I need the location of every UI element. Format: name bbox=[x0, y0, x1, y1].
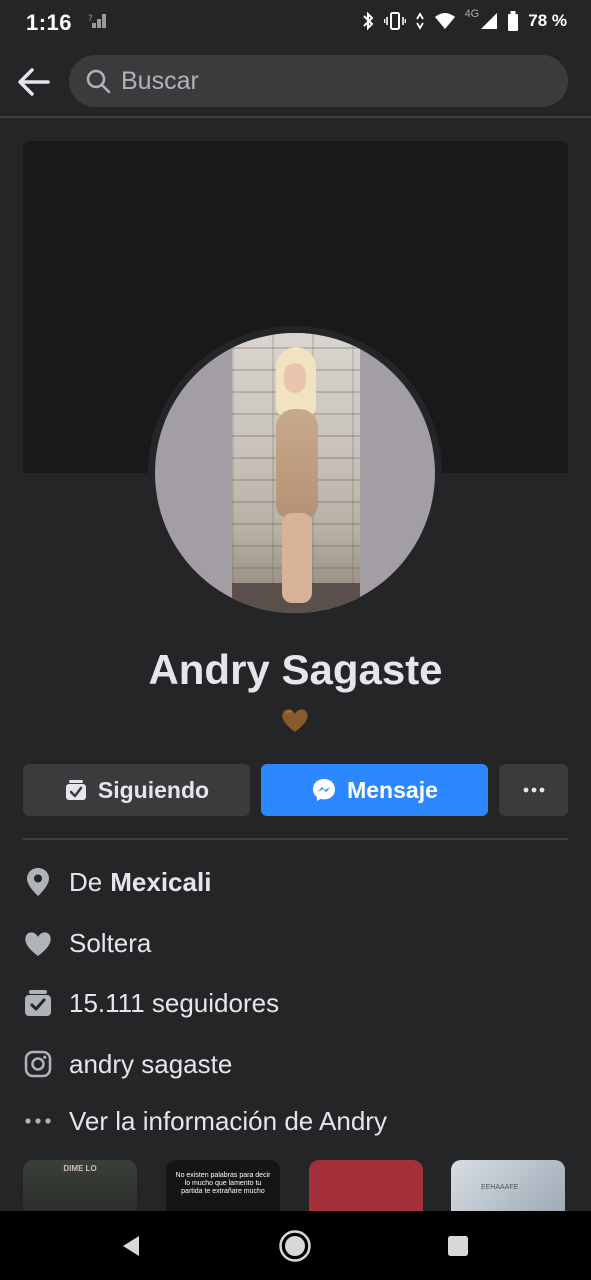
search-bar[interactable] bbox=[69, 55, 568, 107]
instagram-icon bbox=[23, 1049, 53, 1079]
system-nav-bar bbox=[0, 1211, 591, 1280]
brown-heart-icon bbox=[280, 705, 310, 735]
nav-home-icon bbox=[279, 1230, 311, 1262]
search-input[interactable] bbox=[121, 66, 521, 96]
hometown-prefix: De bbox=[69, 866, 103, 897]
messenger-icon bbox=[313, 779, 336, 801]
relationship-status: Soltera bbox=[69, 927, 152, 958]
signal-alert-icon: ? bbox=[88, 12, 108, 33]
instagram-handle[interactable]: andry sagaste bbox=[69, 1049, 232, 1080]
battery-icon bbox=[507, 11, 519, 31]
more-dots-icon bbox=[23, 1106, 53, 1136]
message-label: Mensaje bbox=[347, 776, 438, 803]
thumbnail-4-text: EEHAAAFE bbox=[481, 1184, 519, 1191]
info-relationship: Soltera bbox=[23, 923, 568, 963]
profile-photo-image bbox=[232, 333, 360, 613]
hometown-value[interactable]: Mexicali bbox=[110, 867, 211, 898]
following-check-icon bbox=[65, 780, 86, 800]
profile-picture[interactable] bbox=[155, 333, 435, 613]
status-bar: 1:16 ? 4G 78 % bbox=[0, 0, 591, 44]
data-arrows-icon bbox=[415, 11, 425, 31]
location-pin-icon bbox=[23, 867, 53, 897]
nav-home-button[interactable] bbox=[278, 1229, 312, 1263]
nav-back-icon bbox=[123, 1236, 139, 1256]
status-time: 1:16 bbox=[26, 10, 73, 35]
profile-name: Andry Sagaste bbox=[148, 646, 443, 693]
back-arrow-icon bbox=[18, 68, 50, 96]
wifi-icon bbox=[434, 12, 456, 30]
section-divider bbox=[23, 838, 568, 840]
status-right: 4G 78 % bbox=[361, 8, 567, 31]
followers-check-icon bbox=[23, 988, 53, 1018]
info-hometown: De Mexicali bbox=[23, 862, 568, 902]
back-button[interactable] bbox=[14, 62, 54, 102]
vibrate-icon bbox=[383, 11, 406, 31]
network-type: 4G bbox=[464, 8, 480, 20]
followers-count[interactable]: 15.111 seguidores bbox=[69, 988, 279, 1019]
heart-icon bbox=[23, 928, 53, 958]
info-instagram: andry sagaste bbox=[23, 1044, 568, 1084]
search-icon bbox=[86, 69, 111, 94]
nav-back-button[interactable] bbox=[114, 1229, 148, 1263]
header-divider bbox=[0, 116, 591, 118]
more-dots-icon bbox=[523, 787, 544, 793]
info-followers: 15.111 seguidores bbox=[23, 983, 568, 1023]
svg-text:?: ? bbox=[88, 14, 93, 24]
message-button[interactable]: Mensaje bbox=[261, 764, 488, 816]
cell-signal-icon bbox=[480, 12, 498, 30]
following-label: Siguiendo bbox=[97, 776, 210, 803]
bluetooth-icon bbox=[361, 11, 375, 31]
battery-percentage: 78 % bbox=[528, 11, 567, 30]
nav-recent-apps-button[interactable] bbox=[441, 1229, 475, 1263]
more-options-button[interactable] bbox=[499, 764, 568, 816]
see-more-label: Ver la información de Andry bbox=[69, 1105, 387, 1136]
see-more-info[interactable]: Ver la información de Andry bbox=[23, 1101, 568, 1141]
thumbnail-1-text: DIME LO bbox=[63, 1164, 97, 1173]
following-button[interactable]: Siguiendo bbox=[23, 764, 250, 816]
thumbnail-2-text: No existen palabras para decir lo mucho … bbox=[175, 1172, 271, 1195]
nav-recent-icon bbox=[448, 1236, 468, 1256]
profile-page: 1:16 ? 4G 78 % Buscar Andry Sagaste Sigu… bbox=[0, 0, 591, 1280]
